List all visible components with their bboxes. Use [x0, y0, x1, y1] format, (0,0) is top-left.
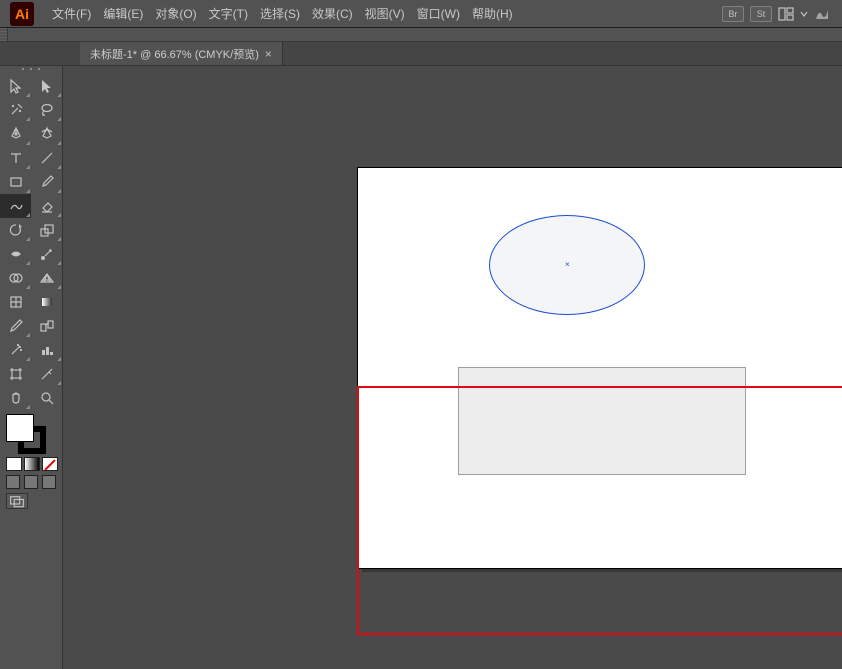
bridge-icon[interactable]: Br: [722, 6, 744, 22]
swatch-area: [0, 410, 62, 515]
chevron-down-icon[interactable]: [800, 10, 808, 18]
tool-grid: [0, 74, 62, 410]
paintbrush-tool[interactable]: [31, 170, 62, 194]
blend-tool[interactable]: [31, 314, 62, 338]
stock-icon[interactable]: St: [750, 6, 772, 22]
rectangle-tool[interactable]: [0, 170, 31, 194]
tools-grip[interactable]: [0, 66, 62, 74]
zoom-tool[interactable]: [31, 386, 62, 410]
fill-swatch[interactable]: [6, 414, 34, 442]
ellipse-center-mark: ×: [565, 263, 569, 267]
menu-items: 文件(F) 编辑(E) 对象(O) 文字(T) 选择(S) 效果(C) 视图(V…: [46, 0, 519, 28]
symbol-sprayer-tool[interactable]: [0, 338, 31, 362]
scale-tool[interactable]: [31, 218, 62, 242]
column-graph-tool[interactable]: [31, 338, 62, 362]
none-mode-button[interactable]: [42, 457, 58, 471]
artboard: ×: [358, 168, 842, 568]
mesh-tool[interactable]: [0, 290, 31, 314]
menu-edit[interactable]: 编辑(E): [97, 0, 149, 28]
workspace: ×: [0, 66, 842, 669]
control-bar: [0, 28, 842, 42]
menu-view[interactable]: 视图(V): [359, 0, 411, 28]
app-logo: Ai: [10, 2, 34, 26]
menu-object[interactable]: 对象(O): [149, 0, 202, 28]
document-tab-title: 未标题-1* @ 66.67% (CMYK/预览): [90, 46, 259, 62]
gpu-icon[interactable]: [814, 7, 830, 21]
arrange-documents-icon[interactable]: [778, 7, 794, 21]
eyedropper-tool[interactable]: [0, 314, 31, 338]
shape-builder-tool[interactable]: [0, 266, 31, 290]
fill-stroke-swatch[interactable]: [6, 414, 46, 454]
control-bar-handle[interactable]: [0, 28, 8, 41]
pen-tool[interactable]: [0, 122, 31, 146]
magic-wand-tool[interactable]: [0, 98, 31, 122]
draw-inside-button[interactable]: [42, 475, 56, 489]
gradient-mode-button[interactable]: [24, 457, 40, 471]
free-transform-tool[interactable]: [31, 242, 62, 266]
width-tool[interactable]: [0, 242, 31, 266]
color-mode-button[interactable]: [6, 457, 22, 471]
perspective-grid-tool[interactable]: [31, 266, 62, 290]
selection-tool[interactable]: [0, 74, 31, 98]
curvature-tool[interactable]: [31, 122, 62, 146]
menu-select[interactable]: 选择(S): [254, 0, 306, 28]
menu-file[interactable]: 文件(F): [46, 0, 97, 28]
screen-mode-button[interactable]: [6, 493, 28, 509]
menubar: Ai 文件(F) 编辑(E) 对象(O) 文字(T) 选择(S) 效果(C) 视…: [0, 0, 842, 28]
ellipse-shape[interactable]: ×: [489, 215, 645, 315]
shaper-tool[interactable]: [0, 194, 31, 218]
menubar-right: Br St: [722, 6, 842, 22]
document-tab-bar: 未标题-1* @ 66.67% (CMYK/预览) ×: [0, 42, 842, 66]
line-tool[interactable]: [31, 146, 62, 170]
draw-behind-button[interactable]: [24, 475, 38, 489]
lasso-tool[interactable]: [31, 98, 62, 122]
menu-help[interactable]: 帮助(H): [466, 0, 519, 28]
rotate-tool[interactable]: [0, 218, 31, 242]
draw-normal-button[interactable]: [6, 475, 20, 489]
rectangle-shape[interactable]: [458, 367, 746, 475]
menu-effect[interactable]: 效果(C): [306, 0, 359, 28]
hand-tool[interactable]: [0, 386, 31, 410]
tab-close-icon[interactable]: ×: [265, 47, 272, 61]
gradient-tool[interactable]: [31, 290, 62, 314]
document-tab[interactable]: 未标题-1* @ 66.67% (CMYK/预览) ×: [80, 42, 283, 65]
menu-type[interactable]: 文字(T): [203, 0, 254, 28]
artboard-tool[interactable]: [0, 362, 31, 386]
slice-tool[interactable]: [31, 362, 62, 386]
tools-panel: [0, 66, 63, 669]
direct-selection-tool[interactable]: [31, 74, 62, 98]
canvas[interactable]: ×: [63, 66, 842, 669]
type-tool[interactable]: [0, 146, 31, 170]
eraser-tool[interactable]: [31, 194, 62, 218]
menu-window[interactable]: 窗口(W): [411, 0, 466, 28]
